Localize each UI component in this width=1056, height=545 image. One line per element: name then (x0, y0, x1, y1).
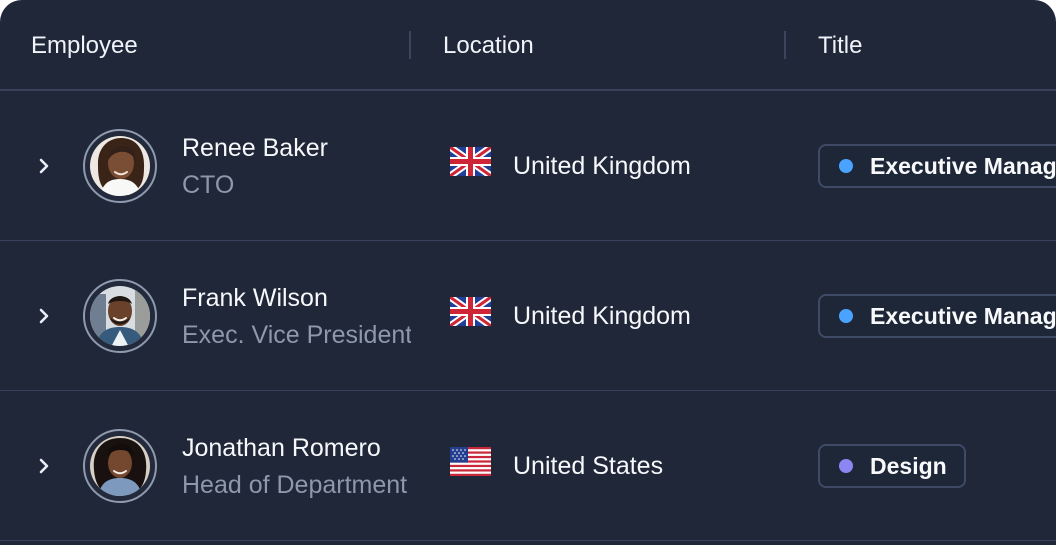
chevron-right-icon (39, 158, 49, 174)
employee-name: Renee Baker (182, 134, 328, 162)
avatar[interactable] (83, 279, 157, 353)
column-divider[interactable] (409, 31, 411, 59)
column-header-location[interactable]: Location (443, 31, 534, 61)
column-divider[interactable] (784, 31, 786, 59)
title-badge-label: Executive Management (870, 303, 1056, 329)
employee-name: Jonathan Romero (182, 434, 381, 462)
location-text: United States (513, 452, 664, 480)
employee-name: Frank Wilson (182, 284, 328, 312)
expand-row-button[interactable] (29, 451, 59, 481)
person-avatar-icon (90, 286, 150, 346)
column-header-title[interactable]: Title (818, 31, 862, 61)
person-avatar-icon (90, 136, 150, 196)
table-header-row: Employee Location Title (0, 0, 1056, 91)
avatar[interactable] (83, 129, 157, 203)
title-badge-label: Design (870, 453, 947, 479)
expand-row-button[interactable] (29, 301, 59, 331)
chevron-right-icon (39, 458, 49, 474)
status-dot-icon (839, 159, 853, 173)
employee-role: Head of Department (182, 471, 408, 499)
title-badge[interactable]: Design (818, 444, 966, 488)
employee-table: Employee Location Title Renee Baker CTO … (0, 0, 1056, 545)
title-badge-label: Executive Management (870, 153, 1056, 179)
status-dot-icon (839, 309, 853, 323)
title-badge[interactable]: Executive Management (818, 144, 1056, 188)
table-row[interactable]: Frank Wilson Exec. Vice President United… (0, 241, 1056, 391)
table-row[interactable]: Renee Baker CTO United Kingdom Executive… (0, 91, 1056, 241)
location-text: United Kingdom (513, 302, 691, 330)
title-badge[interactable]: Executive Management (818, 294, 1056, 338)
status-dot-icon (839, 459, 853, 473)
table-row[interactable]: Jonathan Romero Head of Department Unite… (0, 391, 1056, 541)
chevron-right-icon (39, 308, 49, 324)
avatar[interactable] (83, 429, 157, 503)
uk-flag-icon (450, 147, 491, 176)
expand-row-button[interactable] (29, 151, 59, 181)
employee-role: Exec. Vice President (182, 321, 411, 349)
person-avatar-icon (90, 436, 150, 496)
us-flag-icon (450, 447, 491, 476)
employee-role: CTO (182, 171, 235, 199)
location-text: United Kingdom (513, 152, 691, 180)
uk-flag-icon (450, 297, 491, 326)
column-header-employee[interactable]: Employee (31, 31, 138, 61)
